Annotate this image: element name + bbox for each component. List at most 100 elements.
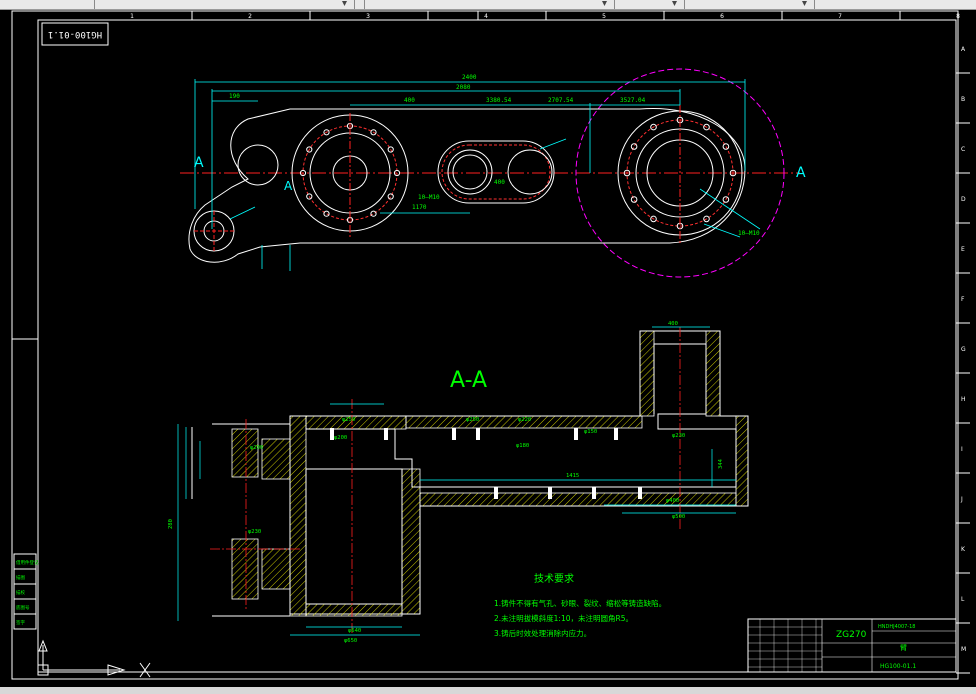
section-mark-right: A	[796, 165, 806, 181]
section-dim: φ250	[342, 417, 355, 423]
section-mark-inner: A	[284, 179, 293, 193]
ruler-label: G	[961, 346, 966, 353]
title-block: ZG270 HNDHJ4007-18 臂 HG100-01.1	[747, 618, 957, 673]
ruler-label: H	[961, 396, 966, 403]
bolt-hole	[323, 210, 330, 217]
ruler-label: 6	[720, 13, 724, 20]
tech-note-line: 3.铸后时效处理消除内应力。	[494, 628, 591, 638]
section-dim: φ180	[516, 443, 529, 449]
ruler-label: E	[961, 246, 965, 253]
chevron-down-icon	[602, 1, 607, 6]
dim-slot: 400	[494, 179, 505, 186]
section-marks: A A A	[194, 155, 806, 193]
drawing-number-stamp: HG100-01.1	[41, 22, 109, 46]
bolt-hole	[722, 143, 730, 150]
section-dim: 280	[168, 519, 174, 529]
part-name: 臂	[900, 643, 907, 652]
dim-hole-right: 10—M10	[738, 230, 760, 237]
title-block-grid	[748, 619, 822, 672]
bolt-hole	[370, 210, 377, 217]
section-dim: φ200	[250, 445, 263, 451]
dim-mid3: 3527.04	[620, 97, 646, 104]
dim-hole-left: 10—M10	[418, 194, 440, 201]
section-dim: φ640	[348, 628, 361, 634]
ruler-label: D	[961, 196, 966, 203]
bolt-hole	[630, 196, 638, 203]
slot-outer	[437, 140, 555, 204]
plotstyle-dropdown[interactable]	[814, 0, 976, 9]
dim-mid1: 3380.54	[486, 97, 512, 104]
layer-dropdown[interactable]	[94, 0, 355, 9]
dim-mid2: 2707.54	[548, 97, 574, 104]
left-table-cell: 底图号	[16, 604, 30, 611]
ruler-label: 4	[484, 13, 488, 20]
lug-hole-upper	[237, 144, 279, 186]
lineweight-dropdown[interactable]	[684, 0, 815, 9]
material: ZG270	[836, 630, 867, 640]
dim-overall: 2400	[462, 74, 477, 81]
ruler-label: B	[961, 96, 965, 103]
section-dim: φ230	[248, 529, 261, 535]
technical-requirements: 技术要求 1.铸件不得有气孔、砂眼、裂纹、缩松等铸造缺陷。 2.未注明拔模斜度1…	[494, 572, 666, 638]
chevron-down-icon	[802, 1, 807, 6]
ruler-label: C	[961, 146, 965, 153]
plan-dimension-text: 2400 2080 190 400 3380.54 2707.54 3527.0…	[229, 74, 760, 237]
slot-hole-left	[447, 149, 493, 195]
drawing-canvas[interactable]: 12345678 ABCDEFGHIJKLM HG100-01.1 2400 2…	[0, 9, 976, 687]
ruler-label: J	[960, 496, 963, 503]
section-dim: φ230	[672, 433, 685, 439]
section-title: A-A	[450, 368, 487, 393]
color-dropdown[interactable]	[364, 0, 615, 9]
drawing-number: HG100-01.1	[880, 663, 916, 670]
left-margin-table: 借用件登记描图描校底图号签字	[13, 553, 39, 630]
arm-outline	[188, 107, 746, 263]
bore-markers	[330, 428, 642, 499]
section-dim: φ650	[344, 638, 357, 644]
left-table-cell: 描图	[16, 574, 25, 581]
ruler-label: A	[961, 46, 966, 53]
section-dim: φ400	[666, 498, 679, 504]
dim-1170: 1170	[412, 204, 427, 211]
section-dim: φ200	[334, 435, 347, 441]
ruler-label: M	[961, 646, 966, 653]
slot-hole-right	[507, 149, 553, 195]
stamp-text: HG100-01.1	[48, 29, 102, 39]
ruler-label: 7	[838, 13, 842, 20]
section-mark-left: A	[194, 155, 204, 171]
tech-note-line: 1.铸件不得有气孔、砂眼、裂纹、缩松等铸造缺陷。	[494, 598, 666, 608]
chevron-down-icon	[672, 1, 677, 6]
section-dim: 344	[718, 458, 724, 469]
dim-190: 190	[229, 93, 240, 100]
left-table-cell: 借用件登记	[16, 559, 39, 566]
section-dim: φ220	[518, 417, 531, 423]
dim-second: 2080	[456, 84, 471, 91]
tech-note-line: 2.未注明拔模斜度1:10，未注明圆角R5。	[494, 613, 633, 623]
section-dim: φ500	[672, 514, 685, 520]
plan-view: 2400 2080 190 400 3380.54 2707.54 3527.0…	[180, 68, 806, 278]
linetype-dropdown[interactable]	[614, 0, 685, 9]
section-dim: 1415	[566, 473, 579, 479]
sheet-frame	[11, 10, 959, 680]
section-view: A-A φ250 φ200 φ230 φ250 φ180 φ220 φ150 φ…	[168, 321, 749, 644]
slot-hole-left-inner	[452, 154, 488, 190]
section-dim: φ250	[466, 417, 479, 423]
chevron-down-icon	[342, 1, 347, 6]
ruler-label: L	[961, 596, 965, 603]
ruler-label: 1	[130, 13, 134, 20]
toolbar-icons[interactable]	[0, 0, 95, 9]
ruler-label: 2	[248, 13, 252, 20]
left-table-cell: 签字	[16, 619, 25, 626]
section-dim: φ150	[584, 429, 597, 435]
ruler-label: 8	[956, 13, 960, 20]
ruler-label: 3	[366, 13, 370, 20]
bolt-hole	[387, 193, 394, 200]
status-bar	[0, 687, 976, 694]
dim-400: 400	[404, 97, 415, 104]
ruler-label: 5	[602, 13, 606, 20]
tech-notes-title: 技术要求	[534, 572, 574, 585]
bolt-hole	[630, 143, 638, 150]
left-table-cell: 描校	[16, 589, 25, 596]
ruler-label: I	[961, 446, 963, 453]
company: HNDHJ4007-18	[878, 624, 915, 630]
section-dim: 400	[668, 321, 678, 327]
